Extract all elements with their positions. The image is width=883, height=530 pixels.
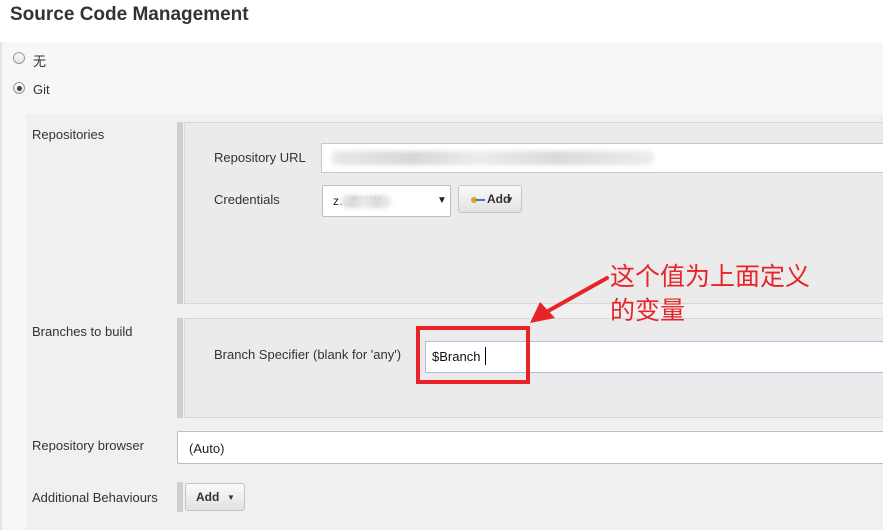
caret-down-icon: ▼ [506,195,514,204]
annotation-arrow [530,276,609,323]
scm-left-rule [0,42,2,530]
repository-browser-label: Repository browser [32,438,144,453]
additional-behaviours-label: Additional Behaviours [32,490,158,505]
scm-git-label[interactable]: Git [33,82,50,97]
additional-behaviours-add-button[interactable]: Add ▼ [185,483,245,511]
caret-down-icon: ▼ [227,493,235,502]
repository-url-label: Repository URL [214,150,306,165]
repositories-indent-bar [177,122,183,304]
credentials-select[interactable]: z…/****** ▼ [322,185,451,217]
additional-behaviours-add-label: Add [196,490,220,504]
credentials-add-button[interactable]: Add ▼ [458,185,522,213]
repositories-label: Repositories [32,127,105,142]
branches-indent-bar [177,318,183,418]
additional-behaviours-indent-bar [177,482,183,512]
scm-git-radio[interactable] [13,82,25,94]
highlight-box [416,326,530,384]
annotation-line-2: 的变量 [610,296,686,325]
repository-browser-select[interactable]: (Auto) [177,431,883,464]
caret-down-icon: ▼ [437,195,447,206]
scm-none-label[interactable]: 无 [33,51,46,70]
redacted-credential [341,195,391,208]
scm-none-radio[interactable] [13,52,25,64]
redacted-url [332,151,654,165]
section-title: Source Code Management [10,4,249,25]
repository-browser-value: (Auto) [189,441,225,456]
key-icon [471,197,485,203]
repository-url-input[interactable] [321,143,883,173]
branches-label: Branches to build [32,324,133,339]
branch-specifier-label: Branch Specifier (blank for 'any') [214,347,402,362]
credentials-label: Credentials [214,192,280,207]
annotation-line-1: 这个值为上面定义 [610,262,811,291]
